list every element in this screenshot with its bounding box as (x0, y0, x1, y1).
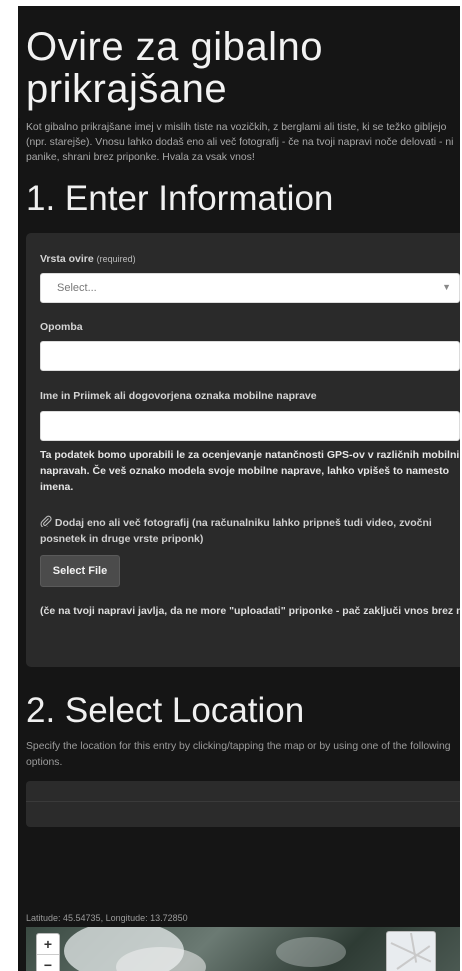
ime-input[interactable] (40, 411, 460, 441)
options-divider (26, 801, 460, 802)
intro-text: Kot gibalno prikrajšane imej v mislih ti… (26, 122, 454, 163)
required-tag: (required) (96, 254, 136, 264)
attach-label-text: Dodaj eno ali več fotografij (na računal… (40, 517, 432, 545)
map-zoom-control: + − (36, 933, 60, 971)
section-heading-select-location: 2. Select Location (26, 691, 305, 730)
zoom-in-button[interactable]: + (37, 934, 59, 954)
section-heading-enter-information: 1. Enter Information (26, 179, 334, 218)
ime-label: Ime in Priimek ali dogovorjena oznaka mo… (40, 390, 317, 402)
location-description: Specify the location for this entry by c… (26, 741, 451, 768)
paperclip-icon (40, 515, 55, 529)
attach-label: Dodaj eno ali več fotografij (na računal… (40, 515, 460, 547)
form-page: Ovire za gibalno prikrajšane Kot gibalno… (18, 6, 460, 971)
page-border (18, 118, 20, 971)
upload-note: (če na tvoji napravi javlja, da ne more … (40, 605, 460, 617)
gps-help-text: Ta podatek bomo uporabili le za ocenjeva… (40, 449, 460, 493)
vrsta-ovire-select[interactable]: Select... ▼ (40, 273, 460, 303)
chevron-down-icon: ▼ (442, 282, 451, 292)
select-value: Select... (57, 282, 97, 294)
location-options[interactable] (26, 781, 460, 827)
information-card: Vrsta ovire (required) Select... ▼ Opomb… (26, 233, 460, 667)
opomba-label: Opomba (40, 321, 83, 333)
vrsta-ovire-label: Vrsta ovire (required) (40, 253, 136, 265)
select-file-button[interactable]: Select File (40, 555, 120, 587)
minimap-layer-toggle[interactable] (386, 931, 436, 971)
zoom-out-button[interactable]: − (37, 955, 59, 971)
map-cloud (276, 937, 346, 967)
location-map[interactable]: + − (26, 927, 460, 971)
opomba-input[interactable] (40, 341, 460, 371)
coordinates-readout: Latitude: 45.54735, Longitude: 13.72850 (26, 913, 188, 923)
page-title: Ovire za gibalno prikrajšane (26, 25, 324, 111)
